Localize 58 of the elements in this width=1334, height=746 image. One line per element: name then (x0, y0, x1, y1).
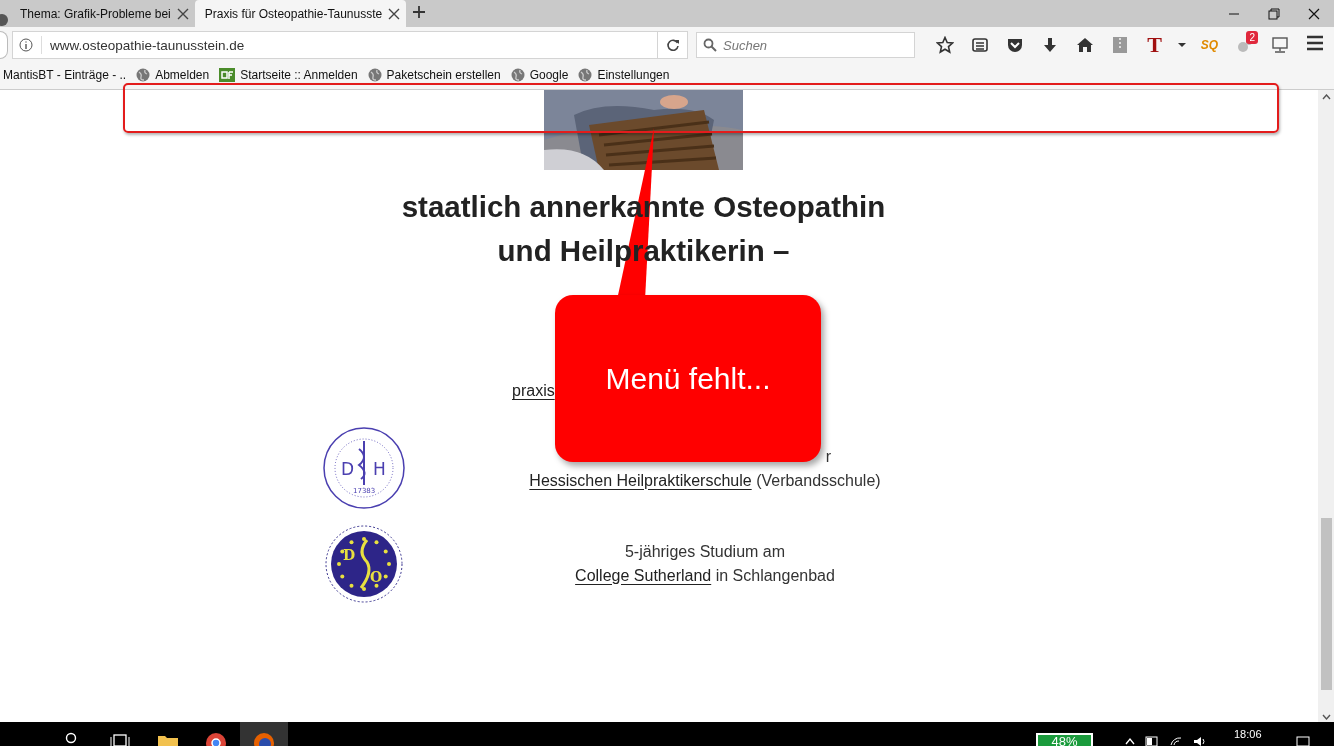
bookmark-link[interactable]: MantisBT - Einträge - .. (3, 68, 127, 82)
school-text: (Verbandsschule) (756, 471, 881, 489)
plus-icon[interactable] (412, 4, 427, 19)
search-icon[interactable] (65, 732, 79, 746)
bookmark-link[interactable]: Paketschein erstellen (386, 68, 501, 82)
school-link[interactable]: Hessischen Heilpraktikerschule (529, 471, 752, 489)
school-text: 5-jähriges Studium am (624, 541, 786, 562)
bookmark-link[interactable]: Startseite :: Anmelden (240, 68, 358, 82)
monitor-icon[interactable] (1270, 36, 1289, 54)
notification-badge: 2 (1246, 31, 1258, 44)
globe-icon (136, 68, 151, 82)
search-box[interactable]: Suchen (696, 32, 915, 58)
star-icon[interactable] (935, 36, 954, 54)
notification-icon[interactable] (1296, 736, 1310, 746)
globe-icon (578, 68, 593, 82)
reload-button[interactable] (658, 31, 688, 59)
globe-icon (367, 68, 382, 82)
text-tool-button[interactable]: T (1137, 31, 1172, 59)
close-icon[interactable] (1308, 7, 1320, 20)
battery-meter: 48% (1036, 733, 1093, 746)
home-icon[interactable] (1075, 36, 1094, 54)
firefox-icon[interactable] (253, 732, 275, 746)
menu-icon[interactable] (1306, 35, 1324, 51)
scrollbar[interactable] (1318, 90, 1334, 722)
browser-tab[interactable]: Thema: Grafik-Probleme bei (10, 0, 195, 27)
address-bar[interactable]: www.osteopathie-taunusstein.de (12, 31, 658, 59)
restore-icon[interactable] (1268, 7, 1280, 20)
archive-icon[interactable] (1110, 36, 1129, 54)
reload-icon (665, 38, 680, 52)
pocket-icon[interactable] (1005, 36, 1024, 54)
chrome-icon[interactable] (205, 732, 227, 746)
bookmark-link[interactable]: Abmelden (155, 68, 210, 82)
info-icon[interactable] (19, 38, 33, 52)
association-logo: D O (323, 522, 405, 605)
scrollbar-thumb[interactable] (1320, 518, 1332, 690)
chevron-up-icon[interactable] (1125, 736, 1135, 746)
close-icon[interactable] (176, 7, 189, 20)
scroll-down-icon[interactable] (1321, 714, 1331, 720)
list-icon[interactable] (970, 36, 989, 54)
bookmark-link[interactable]: Einstellungen (597, 68, 670, 82)
contact-link[interactable]: praxis (512, 382, 555, 399)
search-icon (703, 38, 717, 52)
caret-icon[interactable] (1177, 42, 1187, 48)
text-fragment: r (825, 446, 832, 467)
wifi-icon[interactable] (1169, 736, 1183, 746)
school-link[interactable]: College Sutherland (575, 566, 712, 584)
speaker-icon[interactable] (1193, 736, 1207, 746)
callout-note: Menü fehlt... (555, 295, 821, 462)
globe-icon (510, 68, 525, 82)
battery-icon[interactable] (1145, 736, 1159, 746)
clock[interactable]: 18:06 (1234, 728, 1262, 740)
school-text: in Schlangenbad (715, 566, 835, 584)
task-view-icon[interactable] (110, 732, 130, 746)
bookmark-link[interactable]: Google (529, 68, 569, 82)
scroll-up-icon[interactable] (1321, 94, 1331, 100)
browser-tab[interactable]: Praxis für Osteopathie-Taunusste (194, 0, 407, 27)
close-icon[interactable] (388, 7, 401, 20)
site-icon (219, 68, 236, 82)
